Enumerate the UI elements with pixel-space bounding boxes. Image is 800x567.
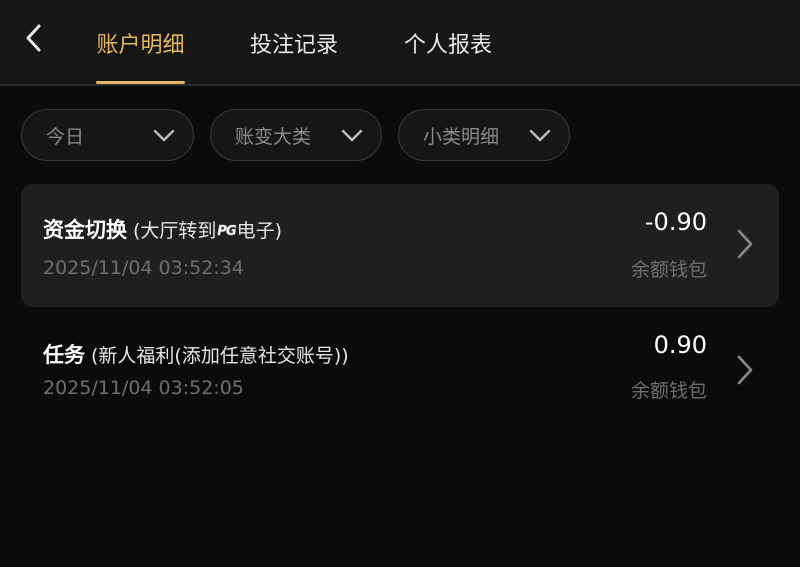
transaction-title: 资金切换 (大厅转到PG电子) bbox=[43, 214, 282, 244]
detail-text-after: 电子) bbox=[236, 220, 283, 242]
transaction-detail: (新人福利(添加任意社交账号)) bbox=[91, 345, 349, 367]
filter-label: 小类明细 bbox=[423, 125, 500, 148]
tab-personal-report[interactable]: 个人报表 bbox=[394, 0, 502, 86]
active-tab-indicator bbox=[96, 81, 185, 84]
wallet-label: 余额钱包 bbox=[630, 380, 707, 402]
chevron-right-icon bbox=[737, 229, 753, 259]
chevron-left-icon bbox=[26, 24, 41, 52]
transaction-time: 2025/11/04 03:52:34 bbox=[43, 257, 244, 279]
transaction-amount: -0.90 bbox=[644, 208, 707, 236]
detail-text-before: (大厅转到 bbox=[133, 220, 217, 242]
pg-logo: PG bbox=[217, 224, 237, 240]
tab-bet-records[interactable]: 投注记录 bbox=[240, 0, 348, 86]
chevron-down-icon bbox=[529, 129, 551, 142]
tab-label: 账户明细 bbox=[96, 33, 185, 58]
transaction-amount: 0.90 bbox=[653, 331, 707, 359]
tab-label: 投注记录 bbox=[249, 33, 338, 58]
filter-category-dropdown[interactable]: 账变大类 bbox=[210, 109, 382, 161]
transaction-row[interactable]: 任务 (新人福利(添加任意社交账号)) 2025/11/04 03:52:05 0… bbox=[21, 307, 779, 430]
tab-label: 个人报表 bbox=[403, 33, 492, 58]
transaction-row[interactable]: 资金切换 (大厅转到PG电子) 2025/11/04 03:52:34 -0.90… bbox=[21, 184, 779, 307]
chevron-down-icon bbox=[153, 129, 175, 142]
filter-label: 今日 bbox=[46, 125, 85, 148]
filter-date-dropdown[interactable]: 今日 bbox=[21, 109, 194, 161]
transaction-type: 资金切换 bbox=[43, 218, 127, 242]
back-button[interactable] bbox=[14, 18, 54, 58]
chevron-right-icon bbox=[737, 355, 753, 385]
chevron-down-icon bbox=[341, 129, 363, 142]
top-nav-bar: 账户明细 投注记录 个人报表 bbox=[0, 0, 800, 86]
wallet-label: 余额钱包 bbox=[630, 259, 707, 281]
transaction-time: 2025/11/04 03:52:05 bbox=[43, 377, 244, 399]
transaction-type: 任务 bbox=[43, 343, 85, 367]
filter-subcategory-dropdown[interactable]: 小类明细 bbox=[398, 109, 570, 161]
tab-account-details[interactable]: 账户明细 bbox=[90, 0, 191, 86]
filter-label: 账变大类 bbox=[235, 125, 312, 148]
transaction-title: 任务 (新人福利(添加任意社交账号)) bbox=[43, 339, 349, 369]
transaction-detail: (大厅转到PG电子) bbox=[133, 220, 282, 242]
